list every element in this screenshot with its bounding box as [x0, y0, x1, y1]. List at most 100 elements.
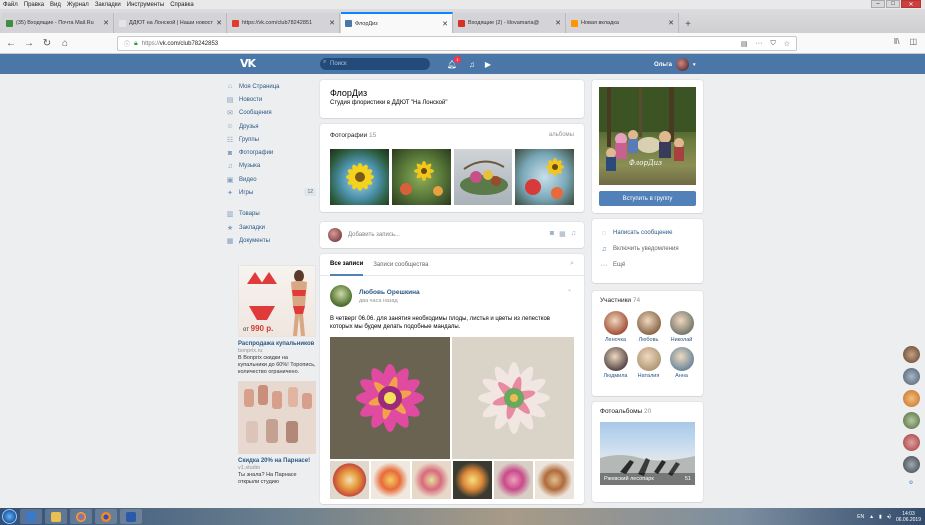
browser-tab[interactable]: https://vk.com/club78242851 ✕ — [228, 13, 340, 33]
ad-domain[interactable]: bonprix.ru — [238, 348, 316, 355]
chat-settings-icon[interactable]: ⚙ — [909, 480, 913, 486]
member[interactable]: Наталия — [633, 347, 664, 379]
user-menu[interactable]: Ольга ▾ — [654, 58, 695, 71]
group-action[interactable]: ♫ Включить уведомления — [600, 241, 695, 257]
chat-avatar[interactable] — [902, 456, 920, 473]
vk-search-input[interactable]: ⌕ Поиск — [320, 58, 430, 70]
member-avatar[interactable] — [603, 347, 628, 371]
new-post-box[interactable]: Добавить запись... ◙ ▦ ♫ — [320, 222, 584, 248]
page-actions-icon[interactable]: ··· — [755, 40, 762, 48]
post-image-mandala-2[interactable] — [451, 337, 574, 459]
ad-block[interactable]: от 990 р. Распродажа купальников bonprix… — [238, 265, 316, 486]
browser-tab[interactable]: Новая вкладка ✕ — [567, 13, 679, 33]
music-header-icon[interactable]: ♫ — [466, 58, 478, 70]
member-name[interactable]: Любовь — [633, 337, 664, 343]
chat-avatar[interactable] — [902, 390, 920, 407]
post-thumb[interactable] — [453, 461, 492, 499]
network-icon[interactable]: ▮ — [879, 514, 882, 520]
ad-image-swimsuit[interactable]: от 990 р. — [238, 265, 316, 337]
member-avatar[interactable] — [669, 347, 694, 371]
tab-all-posts[interactable]: Все записи — [330, 254, 364, 276]
sidebar-toggle-icon[interactable]: ◫ — [909, 37, 917, 46]
url-bar[interactable]: ⓘ 🔒︎ https://vk.com/club78242853 ▤ ··· ⛉… — [117, 36, 797, 51]
tab-close-icon[interactable]: ✕ — [555, 19, 561, 27]
post-thumb[interactable] — [412, 461, 451, 499]
info-icon[interactable]: ⓘ — [124, 39, 130, 48]
attach-photo-icon[interactable]: ◙ — [550, 230, 554, 238]
maximize-button[interactable]: □ — [886, 0, 900, 8]
photos-title[interactable]: Фотографии 15 — [330, 132, 574, 139]
bell-icon[interactable]: 🔔︎ 1 — [446, 56, 461, 70]
tab-community-posts[interactable]: Записи сообщества — [373, 262, 428, 268]
photo-thumb[interactable] — [453, 149, 513, 205]
member[interactable]: Анна — [666, 347, 697, 379]
photo-thumb[interactable] — [330, 149, 389, 205]
volume-icon[interactable]: ◂) — [887, 514, 891, 520]
sidebar-item[interactable]: ♫ Музыка — [226, 160, 316, 173]
tab-close-icon[interactable]: ✕ — [668, 19, 674, 27]
post-author-avatar[interactable] — [330, 285, 352, 307]
ad-image-nails[interactable] — [238, 381, 316, 454]
chat-avatar[interactable] — [902, 368, 920, 385]
albums-link[interactable]: альбомы — [549, 132, 574, 138]
tab-close-icon[interactable]: ✕ — [216, 19, 222, 27]
member-avatar[interactable] — [669, 311, 694, 335]
menu-item[interactable]: Файл — [3, 2, 18, 8]
back-icon[interactable]: ← — [6, 38, 16, 49]
photo-thumb[interactable] — [391, 149, 451, 205]
sidebar-item[interactable]: ▣ Видео — [226, 173, 316, 186]
menu-item[interactable]: Закладки — [95, 2, 121, 8]
menu-item[interactable]: Инструменты — [127, 2, 164, 8]
member-avatar[interactable] — [636, 311, 661, 335]
member[interactable]: Людмила — [600, 347, 631, 379]
members-title[interactable]: Участники 74 — [600, 297, 695, 304]
tab-close-icon[interactable]: ✕ — [103, 19, 109, 27]
member[interactable]: Любовь — [633, 311, 664, 343]
post-thumb[interactable] — [330, 461, 369, 499]
attach-video-icon[interactable]: ▦ — [559, 230, 566, 238]
member-name[interactable]: Николай — [666, 337, 697, 343]
albums-title[interactable]: Фотоальбомы 20 — [600, 408, 695, 415]
member-name[interactable]: Анна — [666, 373, 697, 379]
chat-avatar[interactable] — [902, 346, 920, 363]
vk-logo[interactable]: VK — [240, 57, 256, 70]
browser-tab[interactable]: (35) Входящие - Почта Mail.Ru ✕ — [2, 13, 114, 33]
member-name[interactable]: Леночка — [600, 337, 631, 343]
join-group-button[interactable]: Вступить в группу — [599, 191, 696, 206]
post-thumb[interactable] — [371, 461, 410, 499]
wall-search-icon[interactable]: ⌕ — [570, 260, 574, 268]
browser-tab[interactable]: Входящие (2) - lilovamaria@ ✕ — [454, 13, 566, 33]
ad2-title[interactable]: Скидка 20% на Парнасе! — [238, 458, 316, 465]
album-cover[interactable]: Ржевский лесопарк 51 — [600, 422, 695, 485]
taskbar-chrome-icon[interactable] — [70, 509, 92, 524]
bookmark-star-icon[interactable]: ☆ — [784, 40, 790, 48]
menu-item[interactable]: Правка — [24, 2, 44, 8]
browser-tab[interactable]: ФлорДиз ✕ — [341, 12, 453, 33]
browser-tab[interactable]: ДДЮТ на Лонской | Наши новост ✕ — [115, 13, 227, 33]
tab-close-icon[interactable]: ✕ — [329, 19, 335, 27]
pocket-icon[interactable]: ⛉ — [770, 40, 775, 48]
ad2-domain[interactable]: v1.studio — [238, 465, 316, 472]
menu-item[interactable]: Справка — [170, 2, 194, 8]
member-avatar[interactable] — [603, 311, 628, 335]
sidebar-item[interactable]: ▦ Документы — [226, 234, 316, 247]
member[interactable]: Николай — [666, 311, 697, 343]
sidebar-item[interactable]: ★ Закладки — [226, 221, 316, 234]
sidebar-item[interactable]: ⌂ Моя Страница — [226, 80, 316, 93]
close-window-button[interactable]: ✕ — [901, 0, 921, 8]
taskbar-explorer-icon[interactable] — [45, 509, 67, 524]
library-icon[interactable]: ‖\ — [894, 37, 900, 46]
post-image-mandala-1[interactable] — [330, 337, 450, 459]
sidebar-item[interactable]: ◙ Фотографии — [226, 146, 316, 159]
group-action[interactable]: ··· Ещё — [600, 257, 695, 273]
taskbar-media-icon[interactable] — [20, 509, 42, 524]
menu-item[interactable]: Журнал — [67, 2, 89, 8]
new-tab-button[interactable]: + — [680, 15, 696, 33]
post-author[interactable]: Любовь Орешкина — [359, 289, 420, 296]
new-post-placeholder[interactable]: Добавить запись... — [348, 232, 400, 238]
reload-icon[interactable]: ↻ — [42, 38, 52, 49]
minimize-button[interactable]: – — [871, 0, 885, 8]
member-avatar[interactable] — [636, 347, 661, 371]
home-browser-icon[interactable]: ⌂ — [60, 38, 70, 49]
member[interactable]: Леночка — [600, 311, 631, 343]
